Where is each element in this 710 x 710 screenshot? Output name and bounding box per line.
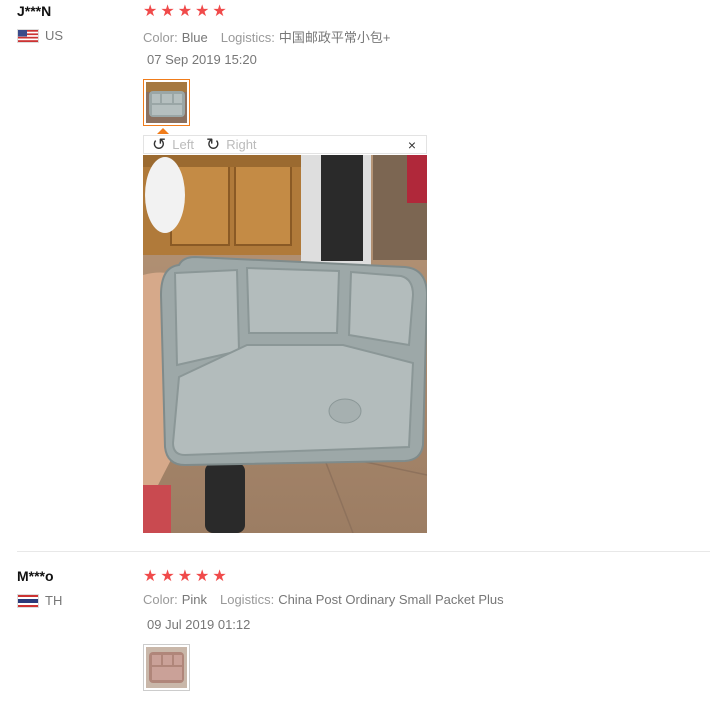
star-icon: ★	[160, 568, 175, 585]
thumbnail-pointer-arrow	[157, 128, 169, 134]
photo-viewer-toolbar: ↺ Left ↻ Right ×	[143, 135, 427, 154]
color-value: Pink	[181, 592, 207, 607]
tray-photo	[143, 155, 427, 533]
star-icon: ★	[143, 568, 158, 585]
close-viewer-button[interactable]: ×	[408, 136, 416, 154]
reviewer-country: TH	[17, 593, 62, 608]
review-photo-thumbnail[interactable]	[143, 79, 190, 126]
reviewer-name: M***o	[17, 568, 54, 584]
star-icon: ★	[212, 3, 227, 20]
rotate-right-label: Right	[226, 137, 257, 152]
star-icon: ★	[143, 3, 158, 20]
rating-stars: ★ ★ ★ ★ ★	[143, 569, 227, 585]
logistics-value: 中国邮政平常小包+	[278, 30, 391, 45]
rotate-left-icon: ↺	[152, 135, 167, 154]
th-flag-icon	[17, 593, 39, 608]
review-date: 07 Sep 2019 15:20	[147, 52, 257, 67]
color-label: Color:	[143, 30, 178, 45]
star-icon: ★	[195, 3, 210, 20]
review-photo-large	[143, 155, 427, 533]
star-icon: ★	[160, 3, 175, 20]
country-code: TH	[45, 593, 63, 608]
us-flag-icon	[17, 28, 39, 43]
rotate-left-label: Left	[172, 137, 194, 152]
country-code: US	[45, 28, 64, 43]
star-icon: ★	[177, 3, 193, 20]
tray-photo-thumbnail	[146, 82, 187, 123]
review-attributes: Color: Blue Logistics: 中国邮政平常小包+	[143, 27, 391, 46]
reviewer-name: J***N	[17, 3, 52, 19]
review-attributes: Color: Pink Logistics: China Post Ordinary …	[143, 592, 504, 607]
review-divider	[17, 551, 710, 552]
star-icon: ★	[212, 568, 227, 585]
rotate-left-button[interactable]: ↺ Left	[152, 136, 194, 153]
star-icon: ★	[195, 568, 210, 585]
rating-stars: ★ ★ ★ ★ ★	[143, 4, 227, 20]
logistics-value: China Post Ordinary Small Packet Plus	[278, 592, 504, 607]
rotate-right-button[interactable]: ↻ Right	[206, 136, 257, 153]
review-photo-thumbnail[interactable]	[143, 644, 190, 691]
rotate-right-icon: ↻	[205, 135, 221, 154]
logistics-label: Logistics:	[220, 30, 275, 45]
review-date: 09 Jul 2019 01:12	[147, 617, 251, 632]
logistics-label: Logistics:	[219, 592, 275, 607]
reviewer-country: US	[17, 28, 63, 43]
color-value: Blue	[181, 30, 208, 45]
color-label: Color:	[143, 592, 178, 607]
star-icon: ★	[177, 568, 193, 585]
pink-tray-photo-thumbnail	[146, 647, 187, 688]
